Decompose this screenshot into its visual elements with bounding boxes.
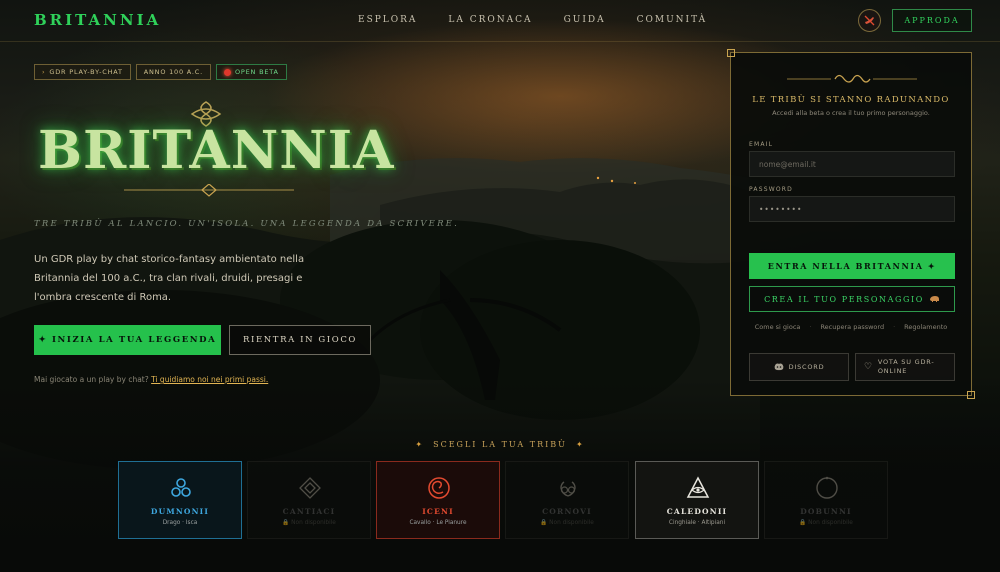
- create-character-button[interactable]: CREA IL TUO PERSONAGGIO: [749, 286, 955, 312]
- muted-horn-icon: [864, 15, 875, 26]
- badge-year: ANNO 100 A.C.: [135, 64, 211, 80]
- hero-logo: BRITANNIA: [34, 100, 393, 208]
- rules-link[interactable]: Regolamento: [904, 323, 947, 331]
- recover-password-link[interactable]: Recupera password: [820, 323, 884, 331]
- tribes-heading: ✦ SCEGLI LA TUA TRIBÙ ✦: [415, 440, 585, 449]
- enter-britannia-button[interactable]: ENTRA NELLA BRITANNIA ✦: [749, 253, 955, 279]
- logo-underline-ornament: [124, 184, 294, 197]
- nav-link-guida[interactable]: GUIDA: [564, 15, 606, 25]
- wave-ornament: [787, 74, 917, 83]
- chevron-icon: ›: [42, 68, 46, 76]
- antlers-icon: [560, 481, 576, 497]
- hero-tagline: TRE TRIBÙ AL LANCIO. UN'ISOLA. UNA LEGGE…: [34, 219, 459, 229]
- tribe-card-cantiaci[interactable]: CANTIACI 🔒 Non disponibile: [247, 461, 371, 539]
- login-panel: LE TRIBÙ SI STANNO RADUNANDO Accedi alla…: [727, 49, 975, 399]
- tribe-card-dobunni[interactable]: DOBUNNI 🔒 Non disponibile: [764, 461, 888, 539]
- guide-link[interactable]: Ti guidiamo noi nei primi passi.: [151, 375, 268, 384]
- panel-title: LE TRIBÙ SI STANNO RADUNANDO: [752, 95, 950, 105]
- spiral-icon: [428, 477, 450, 499]
- return-to-game-button[interactable]: RIENTRA IN GIOCO: [229, 325, 371, 355]
- boar-icon: [929, 296, 939, 302]
- triskelion-icon: [171, 478, 191, 497]
- tribe-card-iceni[interactable]: ICENI Cavallo · Le Pianure: [376, 461, 500, 539]
- hero-description: Un GDR play by chat storico-fantasy ambi…: [34, 254, 305, 303]
- tribe-card-dumnonii[interactable]: DUMNONII Drago · Isca: [118, 461, 242, 539]
- heart-icon: ♡: [864, 362, 873, 372]
- star-icon: ✦: [575, 440, 585, 449]
- nav-link-esplora[interactable]: ESPLORA: [358, 15, 417, 25]
- panel-links: Come si gioca · Recupera password · Rego…: [731, 323, 971, 331]
- hero-badges: › GDR PLAY-BY-CHAT ANNO 100 A.C. OPEN BE…: [34, 64, 287, 80]
- tribe-card-cornovi[interactable]: CORNOVI 🔒 Non disponibile: [505, 461, 629, 539]
- divider: ·: [893, 323, 896, 331]
- vote-gdr-online-button[interactable]: ♡ VOTA SU GDR-ONLINE: [855, 353, 955, 381]
- email-field[interactable]: nome@email.it: [749, 151, 955, 177]
- circle-icon: [816, 476, 838, 499]
- discord-button[interactable]: DISCORD: [749, 353, 849, 381]
- panel-subtitle: Accedi alla beta o crea il tuo primo per…: [772, 109, 930, 117]
- sound-toggle-button[interactable]: [858, 9, 881, 32]
- diamond-knot-icon: [299, 477, 321, 499]
- email-label: EMAIL: [749, 141, 774, 148]
- logo-title: BRITANNIA: [38, 120, 395, 181]
- help-line: Mai giocato a un play by chat? Ti guidia…: [34, 375, 269, 384]
- top-navbar: BRITANNIA ESPLORA LA CRONACA GUIDA COMUN…: [0, 0, 1000, 42]
- live-dot-icon: [224, 68, 231, 76]
- badge-gdr: › GDR PLAY-BY-CHAT: [34, 64, 131, 80]
- discord-icon: [774, 363, 783, 371]
- nav-link-cronaca[interactable]: LA CRONACA: [448, 15, 532, 25]
- triangle-eye-icon: [686, 476, 710, 498]
- nav-link-comunita[interactable]: COMUNITÀ: [637, 15, 708, 25]
- tribe-card-caledonii[interactable]: CALEDONII Cinghiale · Altipiani: [635, 461, 759, 539]
- password-field[interactable]: ••••••••: [749, 196, 955, 222]
- how-to-play-link[interactable]: Come si gioca: [755, 323, 801, 331]
- star-icon: ✦: [415, 440, 425, 449]
- login-button[interactable]: APPRODA: [892, 9, 972, 32]
- password-label: PASSWORD: [749, 186, 794, 193]
- start-legend-button[interactable]: ✦ INIZIA LA TUA LEGGENDA: [34, 325, 221, 355]
- nav-links: ESPLORA LA CRONACA GUIDA COMUNITÀ: [358, 15, 738, 25]
- divider: ·: [809, 323, 812, 331]
- brand-logo[interactable]: BRITANNIA: [34, 11, 161, 29]
- badge-open-beta: OPEN BETA: [216, 64, 287, 80]
